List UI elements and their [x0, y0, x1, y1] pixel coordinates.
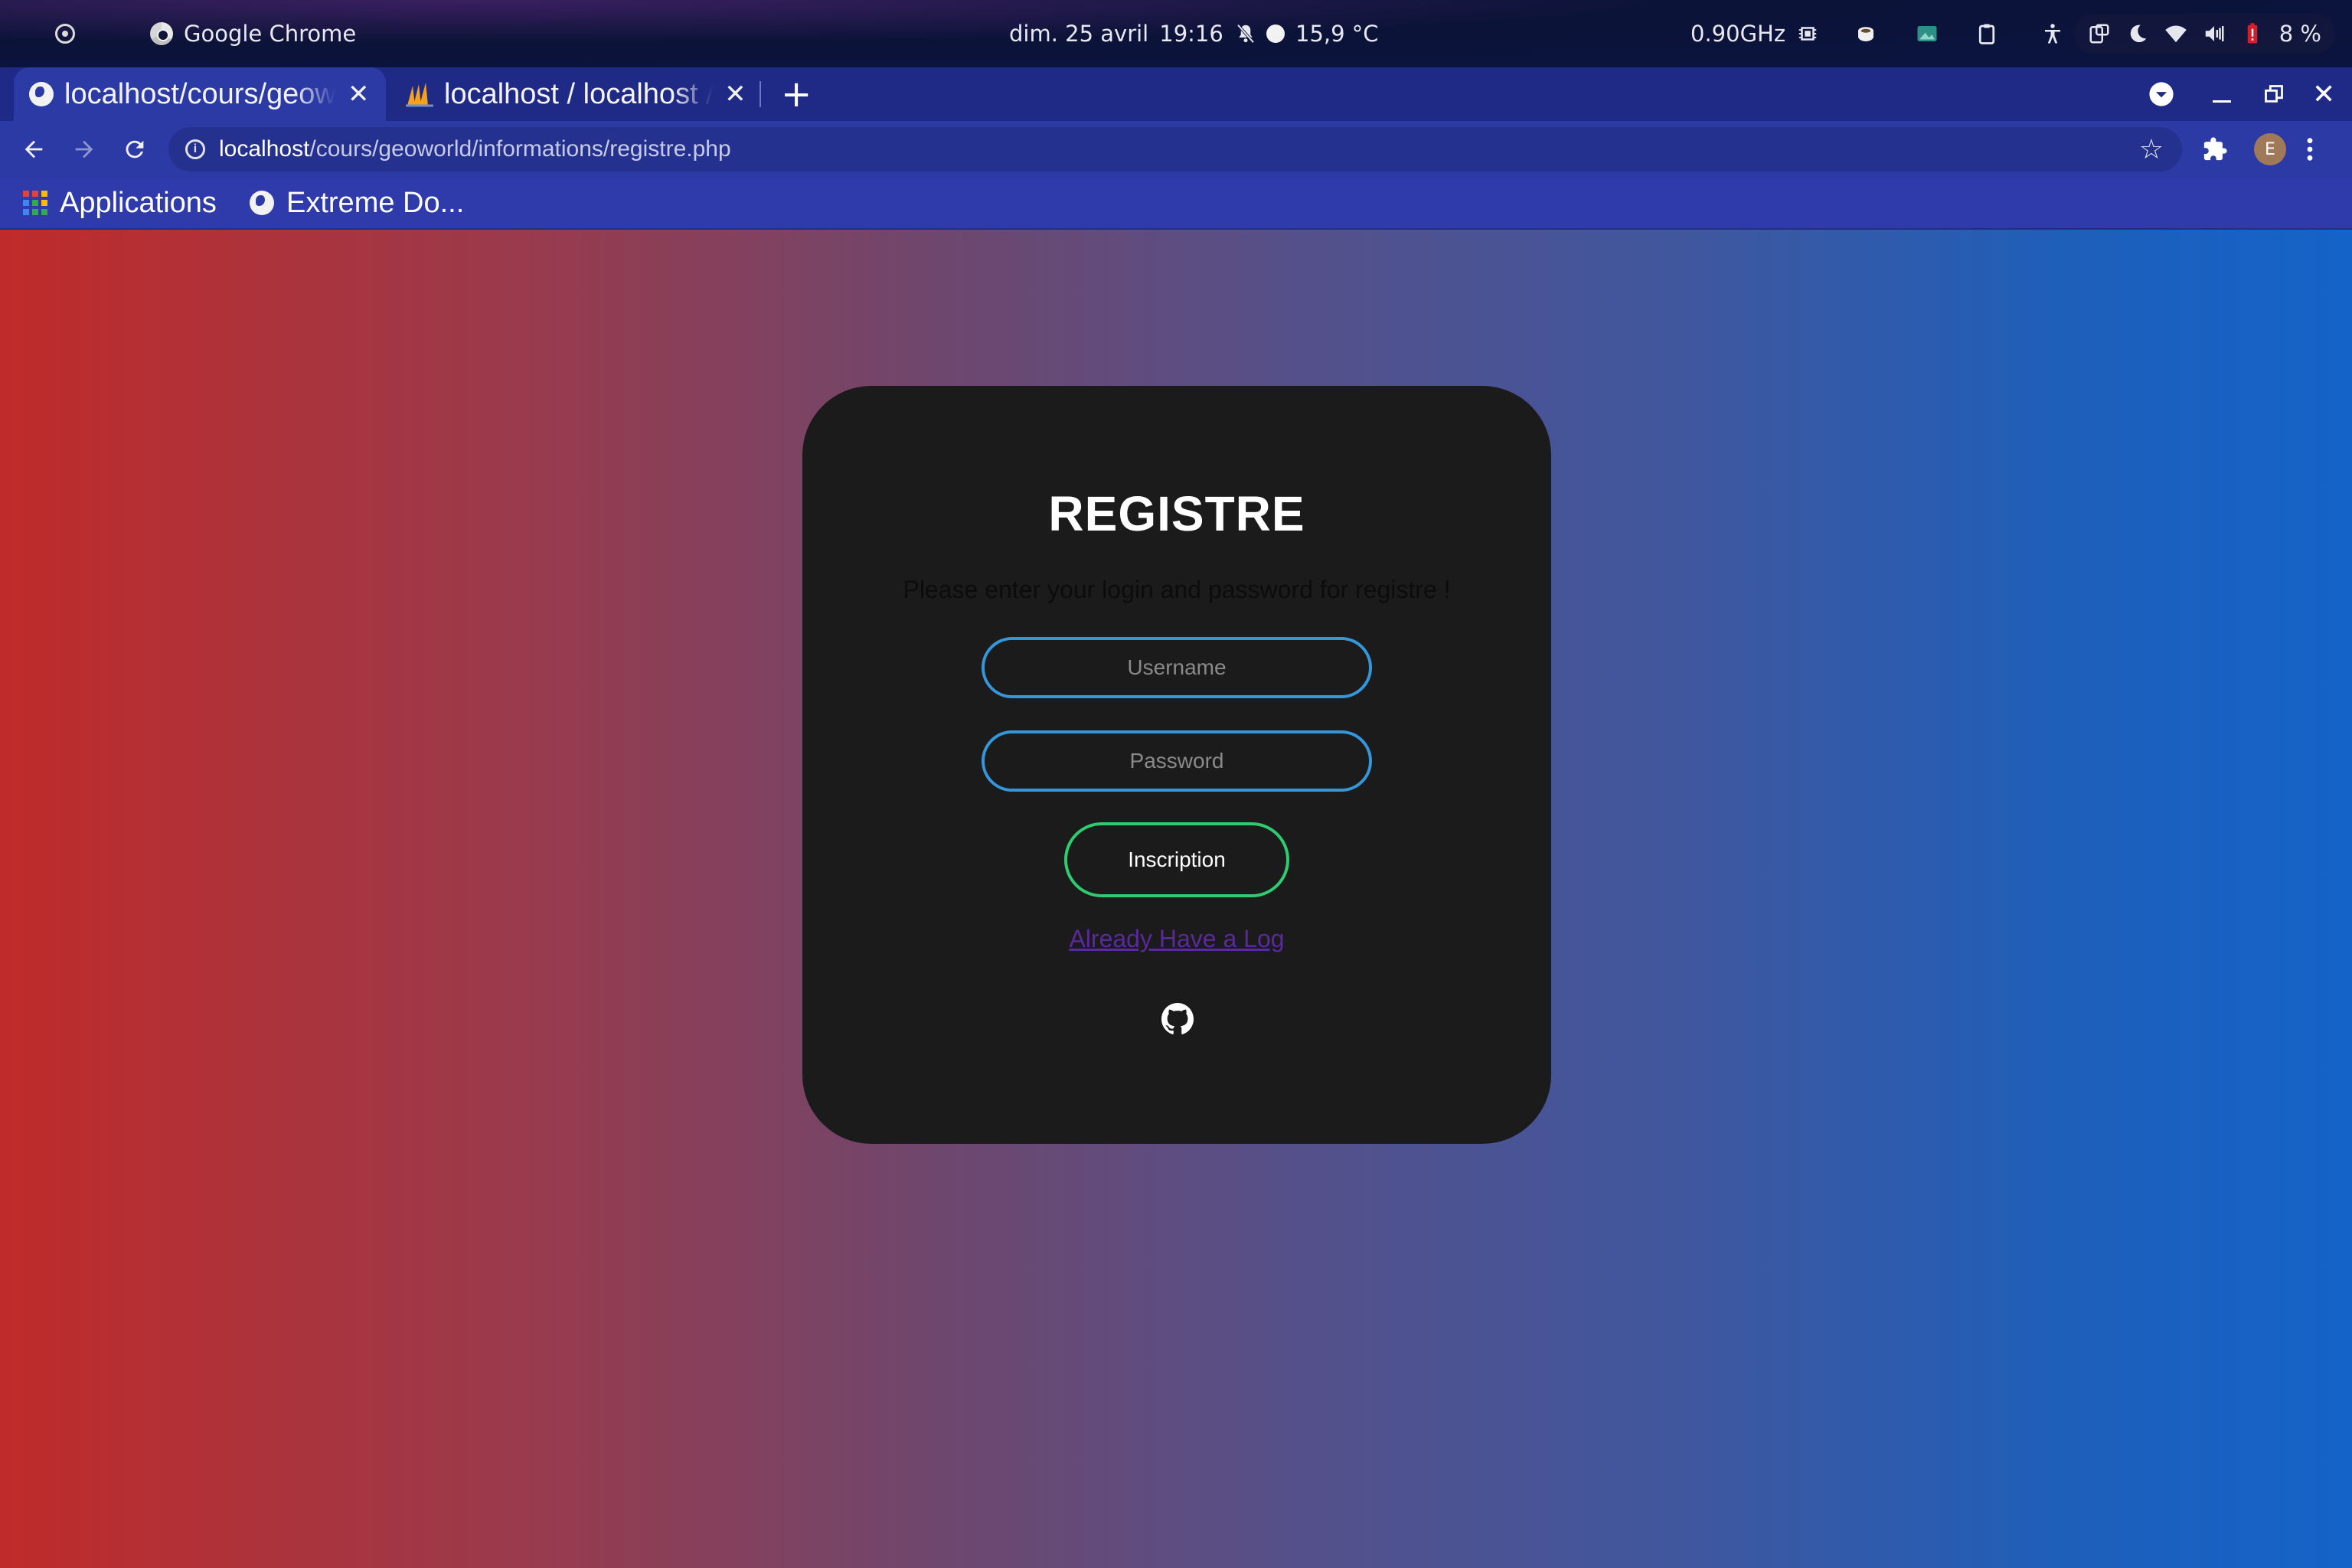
browser-toolbar: i localhost/cours/geoworld/informations/…	[0, 121, 2352, 178]
restore-button[interactable]	[2263, 67, 2285, 121]
active-app-indicator[interactable]: Google Chrome	[150, 0, 356, 67]
image-viewer-icon	[1917, 26, 1937, 41]
apps-grid-icon	[23, 191, 47, 215]
globe-icon	[250, 191, 274, 215]
close-icon[interactable]: ✕	[724, 79, 747, 109]
cpu-frequency-indicator[interactable]: 0.90GHz	[1690, 0, 1819, 67]
weather-indicator[interactable]: 15,9 °C	[1266, 0, 1379, 67]
system-top-bar: Google Chrome dim. 25 avril 19:16 15,9 °…	[0, 0, 2352, 67]
tab-title: localhost/cours/geoworld/informations/re…	[64, 77, 336, 110]
username-input[interactable]	[982, 637, 1372, 698]
close-icon[interactable]: ✕	[346, 79, 371, 109]
url-text[interactable]: localhost/cours/geoworld/informations/re…	[219, 136, 731, 162]
weather-moon-icon	[1266, 24, 1285, 43]
back-button[interactable]	[11, 121, 57, 178]
globe-icon	[29, 82, 54, 106]
bookmark-applications[interactable]: Applications	[23, 178, 217, 228]
tab-search-button[interactable]	[2148, 67, 2174, 121]
form-instructions: Please enter your login and password for…	[903, 576, 1451, 603]
github-icon[interactable]	[1161, 1003, 1194, 1035]
system-tray[interactable]: 8 %	[2073, 14, 2335, 54]
coffee-cup-icon	[1858, 27, 1873, 41]
date-label: dim. 25 avril	[1009, 21, 1149, 47]
weather-label: 15,9 °C	[1295, 21, 1379, 47]
forward-button[interactable]	[61, 121, 107, 178]
caffeine-button[interactable]	[1854, 0, 1877, 67]
page-title: REGISTRE	[1048, 486, 1305, 541]
accessibility-button[interactable]	[2041, 0, 2064, 67]
puzzle-icon	[2203, 137, 2227, 161]
minimize-button[interactable]	[2213, 67, 2231, 121]
launcher-button[interactable]	[55, 0, 75, 67]
battery-low-icon	[2247, 23, 2258, 44]
night-mode-icon	[2130, 24, 2147, 43]
volume-icon	[2205, 26, 2224, 41]
url-path: /cours/geoworld/informations/registre.ph…	[309, 136, 731, 162]
reload-icon	[126, 140, 144, 158]
page-background: REGISTRE Please enter your login and pas…	[0, 230, 2352, 1568]
close-window-button[interactable]: ✕	[2312, 67, 2335, 121]
address-bar[interactable]: i localhost/cours/geoworld/informations/…	[168, 127, 2182, 172]
minimize-icon	[2213, 100, 2231, 103]
active-app-name: Google Chrome	[184, 21, 357, 47]
profile-initial: E	[2265, 139, 2275, 159]
cpu-icon	[1798, 27, 1817, 41]
tab-phpmyadmin[interactable]: localhost / localhost / geoworld ✕	[390, 67, 763, 121]
plus-icon: +	[781, 73, 812, 116]
accessibility-icon	[2045, 24, 2060, 44]
registration-card: REGISTRE Please enter your login and pas…	[802, 386, 1551, 1144]
time-label: 19:16	[1159, 21, 1223, 47]
arrow-left-icon	[24, 140, 43, 158]
new-tab-button[interactable]: +	[781, 67, 812, 121]
bookmark-star-icon[interactable]: ☆	[2139, 133, 2164, 165]
phpmyadmin-icon	[406, 83, 433, 107]
inscription-button[interactable]: Inscription	[1064, 822, 1289, 897]
site-info-icon[interactable]: i	[185, 139, 205, 159]
more-vert-icon	[2307, 138, 2313, 161]
browser-tab-strip: localhost/cours/geoworld/informations/re…	[0, 67, 2352, 121]
arrow-right-icon	[75, 140, 93, 158]
battery-percentage: 8 %	[2278, 21, 2321, 47]
login-link[interactable]: Already Have a Log	[802, 925, 1551, 953]
tab-registre[interactable]: localhost/cours/geoworld/informations/re…	[14, 67, 386, 121]
tab-divider	[760, 81, 761, 107]
restore-icon	[2265, 85, 2283, 103]
password-input[interactable]	[982, 730, 1372, 792]
browser-menu-button[interactable]	[2305, 121, 2315, 178]
bookmark-extreme-do[interactable]: Extreme Do...	[250, 178, 464, 228]
url-host: localhost	[219, 136, 310, 162]
cpu-frequency-label: 0.90GHz	[1690, 21, 1786, 47]
chrome-icon	[150, 22, 173, 45]
wifi-icon	[2165, 25, 2187, 43]
clipboard-icon	[1978, 24, 1995, 44]
screenshot-button[interactable]	[1916, 0, 1939, 67]
close-icon: ✕	[2312, 78, 2336, 110]
bookmark-label: Extreme Do...	[286, 186, 465, 219]
screen-rotation-icon	[2089, 24, 2109, 44]
launcher-icon	[55, 24, 75, 44]
bookmark-label: Applications	[60, 186, 217, 219]
profile-avatar[interactable]: E	[2254, 133, 2286, 165]
bookmarks-bar: Applications Extreme Do...	[0, 178, 2352, 230]
clock[interactable]: dim. 25 avril 19:16	[1009, 0, 1257, 67]
reload-button[interactable]	[112, 121, 158, 178]
extensions-button[interactable]	[2202, 121, 2228, 178]
tab-title: localhost / localhost / geoworld	[444, 77, 713, 110]
clipboard-button[interactable]	[1975, 0, 1998, 67]
tab-search-icon	[2149, 82, 2174, 106]
notifications-off-icon	[1236, 24, 1255, 44]
